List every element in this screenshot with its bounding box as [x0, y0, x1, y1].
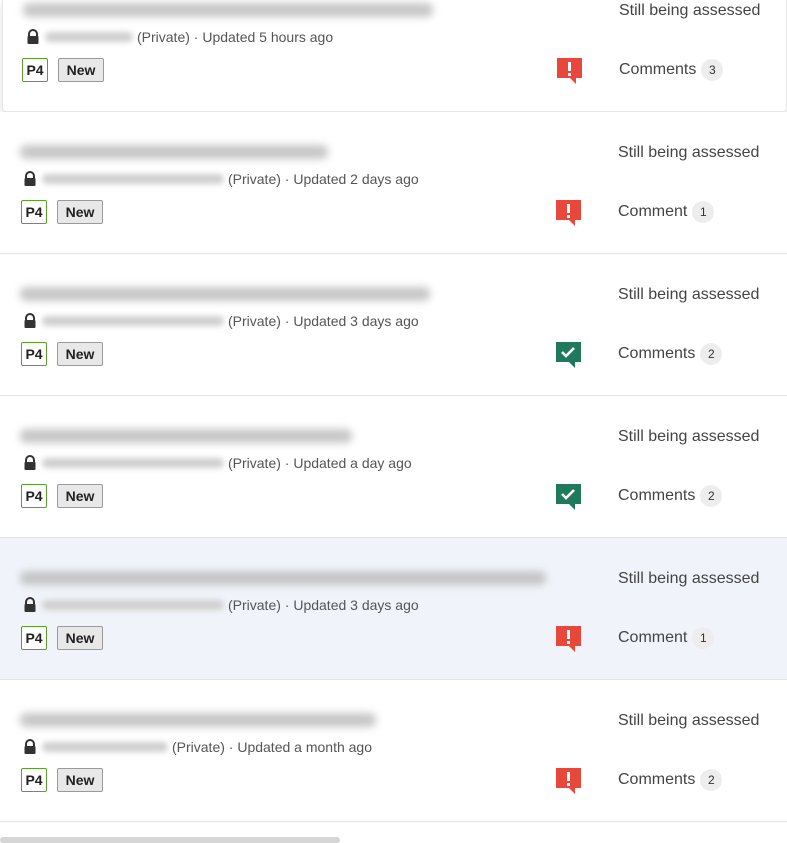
state-badge: New: [57, 626, 103, 650]
comments-label: Comments: [618, 345, 696, 362]
comments-count: 1: [692, 627, 715, 649]
comments-link[interactable]: Comment 1: [618, 627, 715, 649]
comments-link[interactable]: Comment 1: [618, 201, 715, 223]
state-badge: New: [57, 484, 103, 508]
alert-flag-icon: [556, 200, 581, 226]
report-item[interactable]: (Private) · Updated 2 days ago P4 New St…: [0, 112, 787, 254]
comments-count: 2: [700, 485, 723, 507]
report-title-redacted[interactable]: [20, 287, 430, 301]
priority-badge: P4: [22, 58, 48, 82]
program-name-redacted[interactable]: [45, 32, 133, 42]
report-item[interactable]: (Private) · Updated a day ago P4 New Sti…: [0, 396, 787, 538]
report-item[interactable]: (Private) · Updated 3 days ago P4 New St…: [0, 538, 787, 680]
comments-link[interactable]: Comments 2: [618, 769, 723, 791]
report-status: Still being assessed: [618, 286, 760, 303]
alert-flag-icon: [557, 58, 582, 84]
lock-icon: [24, 313, 36, 328]
comments-count: 2: [700, 343, 723, 365]
report-status: Still being assessed: [618, 570, 760, 587]
program-name-redacted[interactable]: [42, 174, 224, 184]
report-status: Still being assessed: [619, 2, 761, 19]
priority-badge: P4: [21, 626, 47, 650]
report-title-redacted[interactable]: [20, 429, 352, 443]
state-badge: New: [57, 342, 103, 366]
state-badge: New: [57, 200, 103, 224]
report-meta: (Private) · Updated a day ago: [22, 454, 412, 472]
report-meta: (Private) · Updated 3 days ago: [22, 312, 419, 330]
program-name-redacted[interactable]: [42, 316, 224, 326]
priority-badge: P4: [21, 768, 47, 792]
priority-badge: P4: [21, 342, 47, 366]
report-status: Still being assessed: [618, 144, 760, 161]
report-meta-text: (Private) · Updated a day ago: [228, 455, 412, 471]
report-item[interactable]: (Private) · Updated 5 hours ago P4 New S…: [2, 0, 787, 112]
report-meta: (Private) · Updated 2 days ago: [22, 170, 419, 188]
report-meta-text: (Private) · Updated 3 days ago: [228, 597, 419, 613]
horizontal-scrollbar[interactable]: [0, 837, 340, 843]
program-name-redacted[interactable]: [42, 742, 168, 752]
report-meta-text: (Private) · Updated a month ago: [172, 739, 372, 755]
state-badge: New: [57, 768, 103, 792]
comments-label: Comment: [618, 203, 688, 220]
program-name-redacted[interactable]: [42, 458, 224, 468]
report-meta-text: (Private) · Updated 5 hours ago: [137, 29, 334, 45]
comments-label: Comments: [618, 487, 696, 504]
check-flag-icon: [556, 484, 581, 510]
report-meta-text: (Private) · Updated 2 days ago: [228, 171, 419, 187]
priority-badge: P4: [21, 200, 47, 224]
state-badge: New: [58, 58, 104, 82]
report-meta: (Private) · Updated 5 hours ago: [25, 28, 333, 46]
alert-flag-icon: [556, 768, 581, 794]
lock-icon: [24, 455, 36, 470]
comments-link[interactable]: Comments 3: [619, 59, 724, 81]
report-title-redacted[interactable]: [20, 713, 376, 727]
lock-icon: [24, 597, 36, 612]
report-status: Still being assessed: [618, 712, 760, 729]
lock-icon: [24, 739, 36, 754]
comments-link[interactable]: Comments 2: [618, 343, 723, 365]
report-title-redacted[interactable]: [23, 3, 433, 17]
report-meta: (Private) · Updated a month ago: [22, 738, 372, 756]
comments-count: 2: [700, 769, 723, 791]
report-meta-text: (Private) · Updated 3 days ago: [228, 313, 419, 329]
lock-icon: [24, 171, 36, 186]
comments-label: Comments: [618, 771, 696, 788]
report-title-redacted[interactable]: [20, 571, 546, 585]
program-name-redacted[interactable]: [42, 600, 224, 610]
comments-label: Comment: [618, 629, 688, 646]
report-meta: (Private) · Updated 3 days ago: [22, 596, 419, 614]
comments-count: 3: [701, 59, 724, 81]
report-item[interactable]: (Private) · Updated 3 days ago P4 New St…: [0, 254, 787, 396]
comments-label: Comments: [619, 61, 697, 78]
lock-icon: [27, 29, 39, 44]
check-flag-icon: [556, 342, 581, 368]
comments-count: 1: [692, 201, 715, 223]
report-status: Still being assessed: [618, 428, 760, 445]
report-title-redacted[interactable]: [20, 145, 328, 159]
comments-link[interactable]: Comments 2: [618, 485, 723, 507]
report-item[interactable]: (Private) · Updated a month ago P4 New S…: [0, 680, 787, 822]
priority-badge: P4: [21, 484, 47, 508]
alert-flag-icon: [556, 626, 581, 652]
